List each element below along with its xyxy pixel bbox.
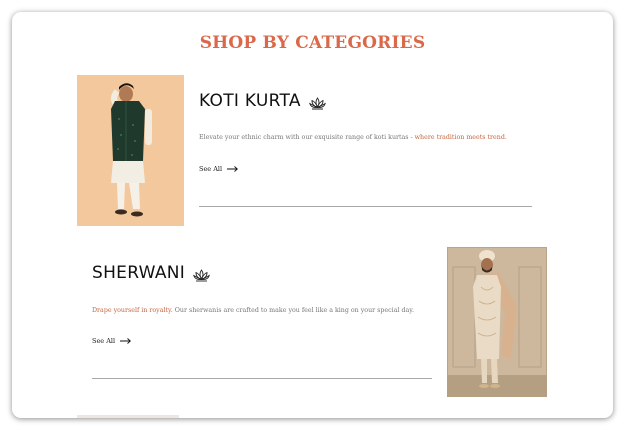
description-highlight: where tradition meets trend. [414, 134, 507, 141]
see-all-sherwani-link[interactable]: See All [92, 337, 132, 345]
category-name: SHERWANI [92, 263, 186, 283]
category-description: Drape yourself in royalty. Our sherwanis… [92, 307, 414, 314]
category-name: KOTI KURTA [199, 91, 301, 111]
lotus-icon [308, 95, 326, 109]
sherwani-photo [447, 247, 547, 397]
category-heading-sherwani: SHERWANI [92, 263, 210, 283]
arrow-right-icon [227, 166, 239, 172]
description-text: Our sherwanis are crafted to make you fe… [172, 307, 414, 314]
category-heading-koti-kurta: KOTI KURTA [199, 91, 326, 111]
lotus-icon [193, 267, 210, 281]
description-highlight: Drape yourself in royalty. [92, 307, 173, 314]
divider [92, 378, 432, 379]
description-text: Elevate your ethnic charm with our exqui… [199, 134, 415, 141]
koti-kurta-photo [77, 75, 184, 226]
sherwani-image[interactable] [447, 247, 547, 397]
next-category-image-edge [77, 415, 179, 418]
category-card: SHOP BY CATEGORIES KOTI KURTA Elevate yo… [12, 12, 613, 418]
category-description: Elevate your ethnic charm with our exqui… [199, 134, 507, 141]
see-all-label: See All [92, 337, 116, 345]
arrow-right-icon [120, 338, 132, 344]
section-title: SHOP BY CATEGORIES [199, 33, 426, 53]
koti-kurta-image[interactable] [77, 75, 184, 226]
divider [199, 206, 532, 207]
see-all-label: See All [199, 165, 223, 173]
see-all-koti-kurta-link[interactable]: See All [199, 165, 239, 173]
